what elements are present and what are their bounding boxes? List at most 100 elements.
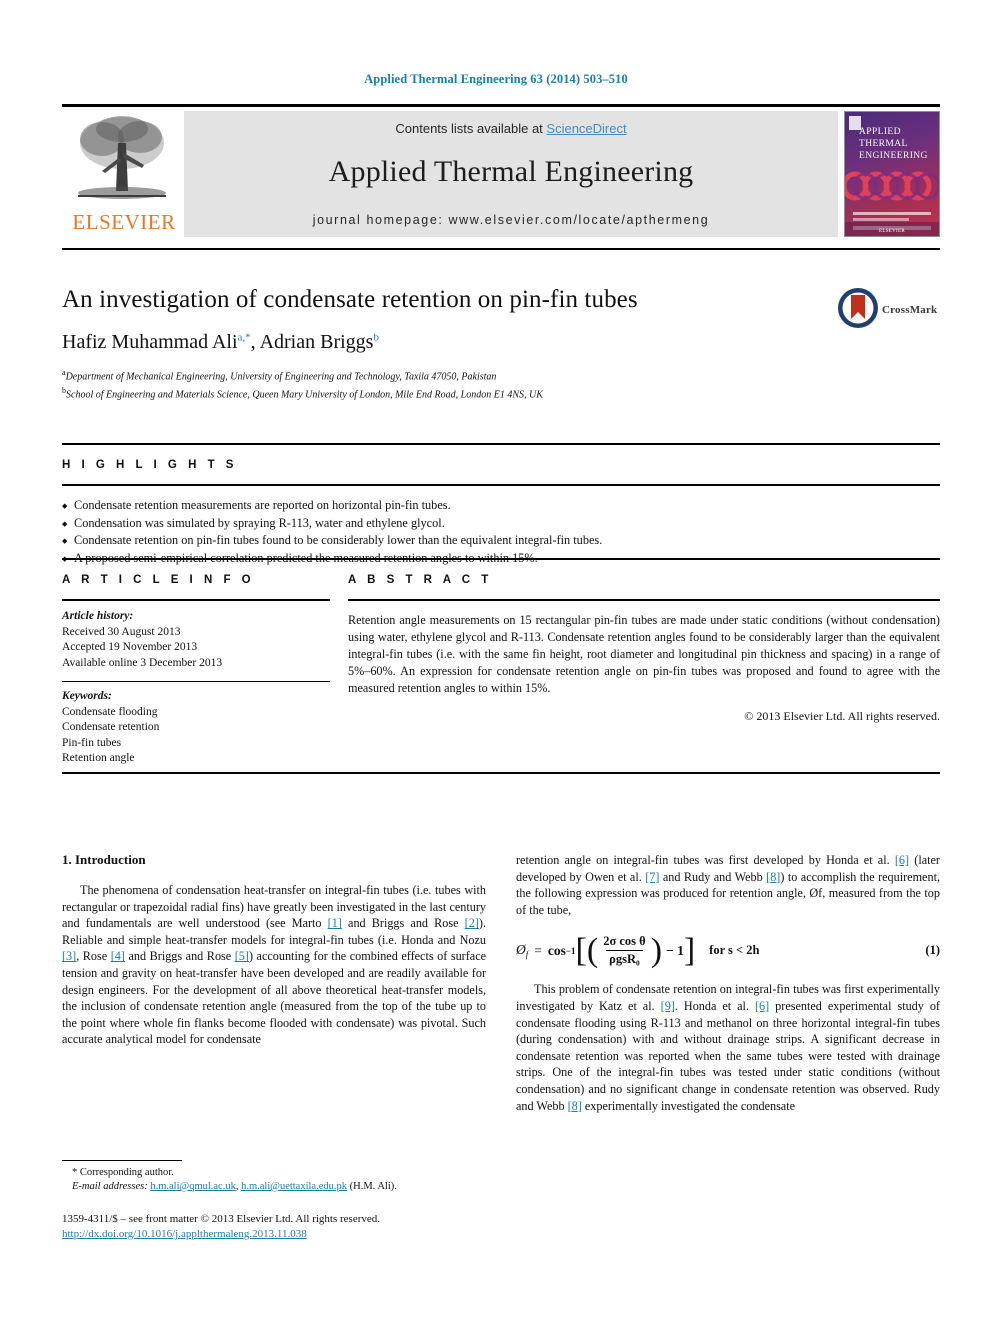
cover-title-line1: APPLIED [859, 127, 901, 137]
citation-6[interactable]: [6] [895, 853, 909, 867]
keyword-item: Condensate retention [62, 721, 160, 733]
article-info-rule [62, 599, 330, 601]
cover-title-line2: THERMAL [859, 139, 908, 149]
abstract-column: A B S T R A C T Retention angle measurem… [348, 574, 940, 767]
contents-prefix: Contents lists available at [395, 121, 547, 136]
author-2-affiliation-marker[interactable]: b [373, 331, 379, 343]
right2-text-4: presented experimental study of condensa… [516, 998, 940, 1113]
email-suffix: (H.M. Ali). [349, 1181, 397, 1192]
infoabs-bottom-rule-wrap [62, 772, 940, 774]
article-info-heading: A R T I C L E I N F O [62, 574, 255, 586]
cover-text-bar-2 [853, 218, 909, 221]
equation-minus-one: − 1 [666, 942, 684, 958]
cover-text-bar-1 [853, 212, 931, 215]
running-head: Applied Thermal Engineering 63 (2014) 50… [364, 72, 628, 86]
title-top-rule [62, 248, 940, 250]
intro-paragraph-right-1: retention angle on integral-fin tubes wa… [516, 852, 940, 918]
highlights-rule [62, 484, 940, 486]
body-column-right: retention angle on integral-fin tubes wa… [516, 852, 940, 1212]
cover-footer-text: ELSEVIER [878, 229, 905, 234]
article-info-column: A R T I C L E I N F O Article history: R… [62, 574, 330, 767]
intro-text-8: and Briggs and Rose [124, 949, 235, 964]
sciencedirect-link[interactable]: ScienceDirect [546, 121, 626, 136]
author-1-affiliation-marker[interactable]: a,* [238, 331, 251, 343]
crossmark-label: CrossMark [882, 304, 938, 316]
corresponding-author-note: * Corresponding author. [72, 1167, 174, 1178]
equation-equals: = [534, 942, 542, 958]
citation-2[interactable]: [2] [465, 916, 479, 930]
crossmark-badge[interactable]: CrossMark [836, 286, 940, 338]
highlights-heading: H I G H L I G H T S [62, 459, 238, 471]
highlights-section: H I G H L I G H T S Condensate retention… [62, 443, 940, 567]
citation-4[interactable]: [4] [111, 949, 125, 963]
right2-text-6: experimentally investigated the condensa… [581, 1098, 796, 1113]
citation-7[interactable]: [7] [645, 870, 659, 884]
email-link-2[interactable]: h.m.ali@uettaxila.edu.pk [241, 1181, 347, 1192]
abstract-rule [348, 599, 940, 601]
highlights-top-rule [62, 443, 940, 445]
abstract-text: Retention angle measurements on 15 recta… [348, 613, 940, 695]
equation-exponent: −1 [565, 945, 576, 956]
citation-5[interactable]: [5] [235, 949, 249, 963]
citation-3[interactable]: [3] [62, 949, 76, 963]
equation-bracket-close: ] [683, 932, 696, 970]
equation-condition: for s < 2h [709, 943, 760, 958]
body-column-left: 1. Introduction The phenomena of condens… [62, 852, 486, 1212]
journal-cover-thumbnail: APPLIED THERMAL ENGINEERING ELSEVIER [844, 111, 940, 237]
info-abstract-section: A R T I C L E I N F O Article history: R… [62, 558, 940, 767]
equation-phi: Ø [516, 942, 526, 958]
affiliation-b-text: School of Engineering and Materials Scie… [66, 389, 543, 401]
equation-paren-open: ( [586, 932, 599, 970]
author-name-2: Adrian Briggs [259, 331, 374, 353]
doi-link[interactable]: http://dx.doi.org/10.1016/j.applthermale… [62, 1228, 307, 1240]
affiliation-a-text: Department of Mechanical Engineering, Un… [65, 371, 497, 383]
keyword-item: Pin-fin tubes [62, 736, 122, 749]
infoabs-top-rule [62, 558, 940, 560]
contents-available-line: Contents lists available at ScienceDirec… [184, 121, 838, 136]
email-label: E-mail addresses: [72, 1181, 148, 1192]
journal-band: Contents lists available at ScienceDirec… [184, 111, 838, 237]
citation-8-second[interactable]: [8] [568, 1099, 582, 1113]
affiliations: aDepartment of Mechanical Engineering, U… [62, 366, 940, 402]
elsevier-logo: ELSEVIER [62, 111, 184, 237]
intro-text-10: ) accounting for the combined effects of… [62, 949, 487, 1047]
list-item: Condensate retention on pin-fin tubes fo… [62, 532, 940, 550]
intro-text-6: , Rose [76, 949, 111, 964]
keyword-item: Retention angle [62, 752, 135, 764]
citation-6-second[interactable]: [6] [755, 999, 769, 1013]
equation-number: (1) [925, 943, 940, 958]
paper-page: Applied Thermal Engineering 63 (2014) 50… [0, 0, 992, 1323]
copyright-line: © 2013 Elsevier Ltd. All rights reserved… [744, 709, 940, 723]
intro-paragraph-left: The phenomena of condensation heat-trans… [62, 882, 486, 1048]
equation-numerator: 2σ cos θ [603, 934, 646, 949]
citation-1[interactable]: [1] [328, 916, 342, 930]
list-item: Condensation was simulated by spraying R… [62, 515, 940, 533]
email-link-1[interactable]: h.m.ali@qmul.ac.uk [150, 1181, 236, 1192]
abstract-heading: A B S T R A C T [348, 574, 493, 586]
history-accepted: Accepted 19 November 2013 [62, 641, 198, 653]
article-history-label: Article history: [62, 610, 134, 622]
footnote-block: * Corresponding author. E-mail addresses… [62, 1160, 486, 1194]
main-body: 1. Introduction The phenomena of condens… [62, 852, 940, 1212]
right2-text-2: . Honda et al. [674, 998, 755, 1013]
email-addresses-note: E-mail addresses: h.m.ali@qmul.ac.uk, h.… [72, 1181, 397, 1192]
affiliation-a: aDepartment of Mechanical Engineering, U… [62, 366, 940, 384]
cover-title: APPLIED THERMAL ENGINEERING [859, 126, 928, 162]
crossmark-icon [838, 288, 878, 328]
elsevier-tree-icon [78, 116, 166, 199]
author-name-1: Hafiz Muhammad Ali [62, 331, 238, 353]
citation-9[interactable]: [9] [661, 999, 675, 1013]
keyword-item: Condensate flooding [62, 705, 158, 718]
equation-function: cos [547, 942, 566, 958]
citation-8[interactable]: [8] [766, 870, 780, 884]
history-online: Available online 3 December 2013 [62, 656, 223, 669]
equation-bracket-open: [ [575, 932, 587, 970]
elsevier-wordmark: ELSEVIER [72, 210, 176, 234]
author-list: Hafiz Muhammad Alia,*, Adrian Briggsb [62, 331, 379, 353]
issn-line: 1359-4311/$ – see front matter © 2013 El… [62, 1213, 381, 1225]
footnote-rule [62, 1160, 182, 1161]
list-item: Condensate retention measurements are re… [62, 497, 940, 515]
intro-paragraph-right-2: This problem of condensate retention on … [516, 981, 940, 1114]
right1-text-4: and Rudy and Webb [659, 869, 767, 884]
journal-homepage-line[interactable]: journal homepage: www.elsevier.com/locat… [184, 213, 838, 227]
